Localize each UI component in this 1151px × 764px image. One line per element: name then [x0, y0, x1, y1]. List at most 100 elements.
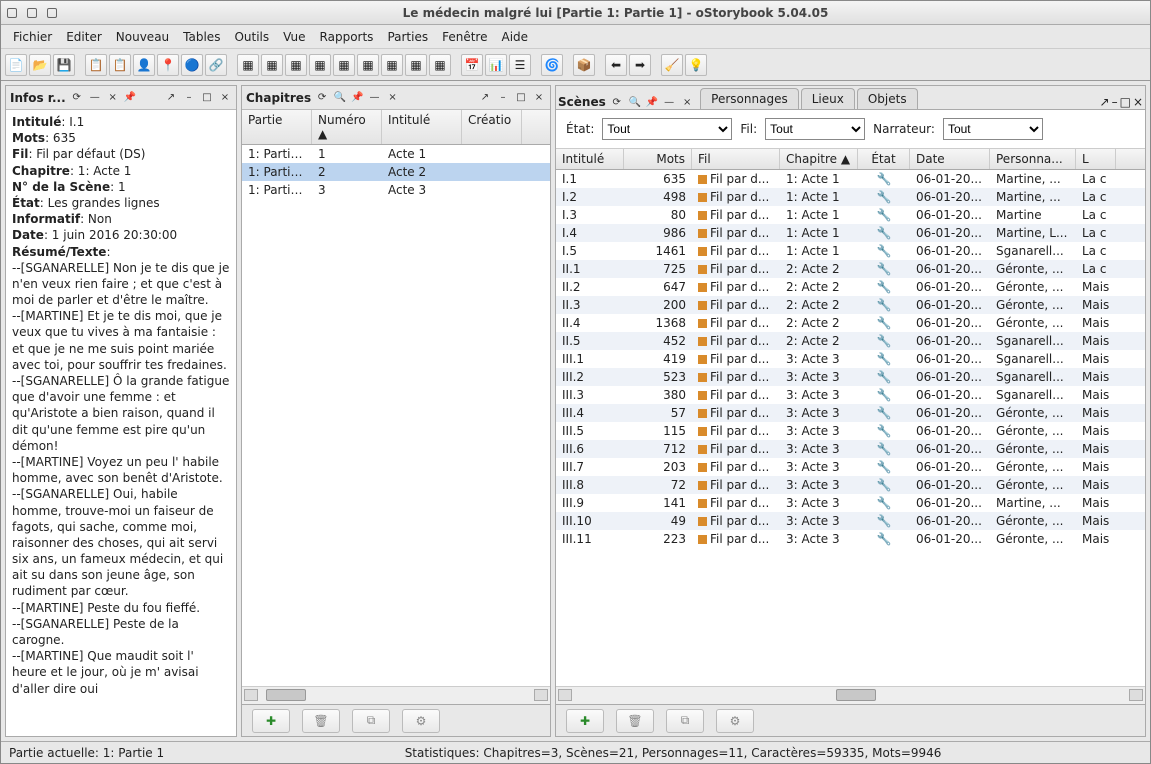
menu-tables[interactable]: Tables: [177, 28, 226, 46]
max-icon[interactable]: □: [1120, 95, 1131, 109]
menu-outils[interactable]: Outils: [228, 28, 275, 46]
tool-link-icon[interactable]: 🔗: [205, 54, 227, 76]
tool-list-icon[interactable]: ☰: [509, 54, 531, 76]
tool-idea-icon[interactable]: 💡: [685, 54, 707, 76]
menu-editer[interactable]: Editer: [60, 28, 108, 46]
filter-fil-select[interactable]: Tout: [765, 118, 865, 140]
table-row[interactable]: III.3380Fil par d...3: Acte 3🔧06-01-20..…: [556, 386, 1145, 404]
close-icon[interactable]: ×: [106, 91, 120, 105]
gear-button[interactable]: ⚙: [716, 709, 754, 733]
scroll-right-icon[interactable]: [534, 689, 548, 701]
tool-table7-icon[interactable]: ▦: [381, 54, 403, 76]
arrow-icon[interactable]: ↗: [164, 91, 178, 105]
arrow-icon[interactable]: ↗: [1100, 95, 1110, 109]
pin-icon[interactable]: 📌: [351, 92, 363, 103]
table-row[interactable]: III.5115Fil par d...3: Acte 3🔧06-01-20..…: [556, 422, 1145, 440]
pin-icon[interactable]: 📌: [646, 97, 658, 108]
tab-objets[interactable]: Objets: [857, 88, 918, 109]
search-icon[interactable]: 🔍: [333, 91, 347, 105]
col-personna[interactable]: Personna...: [990, 149, 1076, 169]
tab-scenes[interactable]: Scènes: [558, 95, 606, 109]
tool-spiral-icon[interactable]: 🌀: [541, 54, 563, 76]
table-row[interactable]: 1: Partie 11Acte 1: [242, 145, 550, 163]
table-row[interactable]: III.872Fil par d...3: Acte 3🔧06-01-20...…: [556, 476, 1145, 494]
refresh-icon[interactable]: ⟳: [610, 95, 624, 109]
copy-button[interactable]: ⧉: [666, 709, 704, 733]
table-row[interactable]: III.6712Fil par d...3: Acte 3🔧06-01-20..…: [556, 440, 1145, 458]
hscrollbar[interactable]: [556, 686, 1145, 704]
tool-chart-icon[interactable]: 📊: [485, 54, 507, 76]
tab-personnages[interactable]: Personnages: [700, 88, 799, 109]
table-row[interactable]: III.1049Fil par d...3: Acte 3🔧06-01-20..…: [556, 512, 1145, 530]
table-row[interactable]: III.7203Fil par d...3: Acte 3🔧06-01-20..…: [556, 458, 1145, 476]
table-row[interactable]: I.380Fil par d...1: Acte 1🔧06-01-20...Ma…: [556, 206, 1145, 224]
menu-aide[interactable]: Aide: [495, 28, 534, 46]
arrow-icon[interactable]: ↗: [478, 91, 492, 105]
menu-parties[interactable]: Parties: [381, 28, 434, 46]
refresh-icon[interactable]: ⟳: [315, 91, 329, 105]
tool-clean-icon[interactable]: 🧹: [661, 54, 683, 76]
min-icon[interactable]: –: [496, 91, 510, 105]
table-row[interactable]: III.11223Fil par d...3: Acte 3🔧06-01-20.…: [556, 530, 1145, 548]
close-icon[interactable]: ×: [386, 91, 400, 105]
scroll-right-icon[interactable]: [1129, 689, 1143, 701]
table-row[interactable]: III.1419Fil par d...3: Acte 3🔧06-01-20..…: [556, 350, 1145, 368]
tool-person-icon[interactable]: 👤: [133, 54, 155, 76]
dash-icon[interactable]: —: [88, 91, 102, 105]
delete-button[interactable]: 🗑: [616, 709, 654, 733]
table-row[interactable]: III.457Fil par d...3: Acte 3🔧06-01-20...…: [556, 404, 1145, 422]
hscrollbar[interactable]: [242, 686, 550, 704]
close-icon[interactable]: ×: [680, 95, 694, 109]
tool-table2-icon[interactable]: ▦: [261, 54, 283, 76]
menu-vue[interactable]: Vue: [277, 28, 311, 46]
max-icon[interactable]: □: [200, 91, 214, 105]
tool-table8-icon[interactable]: ▦: [405, 54, 427, 76]
tool-box-icon[interactable]: 📦: [573, 54, 595, 76]
table-row[interactable]: I.4986Fil par d...1: Acte 1🔧06-01-20...M…: [556, 224, 1145, 242]
table-row[interactable]: I.1635Fil par d...1: Acte 1🔧06-01-20...M…: [556, 170, 1145, 188]
x-icon[interactable]: ×: [218, 91, 232, 105]
table-row[interactable]: III.9141Fil par d...3: Acte 3🔧06-01-20..…: [556, 494, 1145, 512]
table-row[interactable]: II.5452Fil par d...2: Acte 2🔧06-01-20...…: [556, 332, 1145, 350]
scroll-thumb[interactable]: [836, 689, 876, 701]
tool-table6-icon[interactable]: ▦: [357, 54, 379, 76]
table-row[interactable]: II.41368Fil par d...2: Acte 2🔧06-01-20..…: [556, 314, 1145, 332]
min-icon[interactable]: –: [1112, 95, 1118, 109]
x-icon[interactable]: ×: [532, 91, 546, 105]
table-row[interactable]: I.2498Fil par d...1: Acte 1🔧06-01-20...M…: [556, 188, 1145, 206]
col-intitule[interactable]: Intitulé: [556, 149, 624, 169]
dash-icon[interactable]: —: [662, 95, 676, 109]
tool-calendar-icon[interactable]: 📅: [461, 54, 483, 76]
table-row[interactable]: III.2523Fil par d...3: Acte 3🔧06-01-20..…: [556, 368, 1145, 386]
delete-button[interactable]: 🗑: [302, 709, 340, 733]
col-date[interactable]: Date: [910, 149, 990, 169]
min-icon[interactable]: –: [182, 91, 196, 105]
close-button[interactable]: [47, 8, 57, 18]
scroll-thumb[interactable]: [266, 689, 306, 701]
scroll-left-icon[interactable]: [558, 689, 572, 701]
table-row[interactable]: II.1725Fil par d...2: Acte 2🔧06-01-20...…: [556, 260, 1145, 278]
tool-object-icon[interactable]: 🔵: [181, 54, 203, 76]
col-creation[interactable]: Créatio: [462, 110, 522, 144]
tool-save-icon[interactable]: 💾: [53, 54, 75, 76]
x-icon[interactable]: ×: [1133, 95, 1143, 109]
menu-rapports[interactable]: Rapports: [314, 28, 380, 46]
pin-icon[interactable]: 📌: [124, 92, 136, 103]
dash-icon[interactable]: —: [368, 91, 382, 105]
tool-forward-icon[interactable]: ➡: [629, 54, 651, 76]
tool-table1-icon[interactable]: ▦: [237, 54, 259, 76]
tool-table5-icon[interactable]: ▦: [333, 54, 355, 76]
refresh-icon[interactable]: ⟳: [70, 91, 84, 105]
filter-narr-select[interactable]: Tout: [943, 118, 1043, 140]
tab-lieux[interactable]: Lieux: [801, 88, 855, 109]
tool-back-icon[interactable]: ⬅: [605, 54, 627, 76]
scroll-left-icon[interactable]: [244, 689, 258, 701]
menu-nouveau[interactable]: Nouveau: [110, 28, 175, 46]
search-icon[interactable]: 🔍: [628, 95, 642, 109]
menu-fichier[interactable]: Fichier: [7, 28, 58, 46]
tool-table4-icon[interactable]: ▦: [309, 54, 331, 76]
gear-button[interactable]: ⚙: [402, 709, 440, 733]
tool-copy-icon[interactable]: 📋: [85, 54, 107, 76]
col-chapitre[interactable]: Chapitre ▲: [780, 149, 858, 169]
table-row[interactable]: II.3200Fil par d...2: Acte 2🔧06-01-20...…: [556, 296, 1145, 314]
